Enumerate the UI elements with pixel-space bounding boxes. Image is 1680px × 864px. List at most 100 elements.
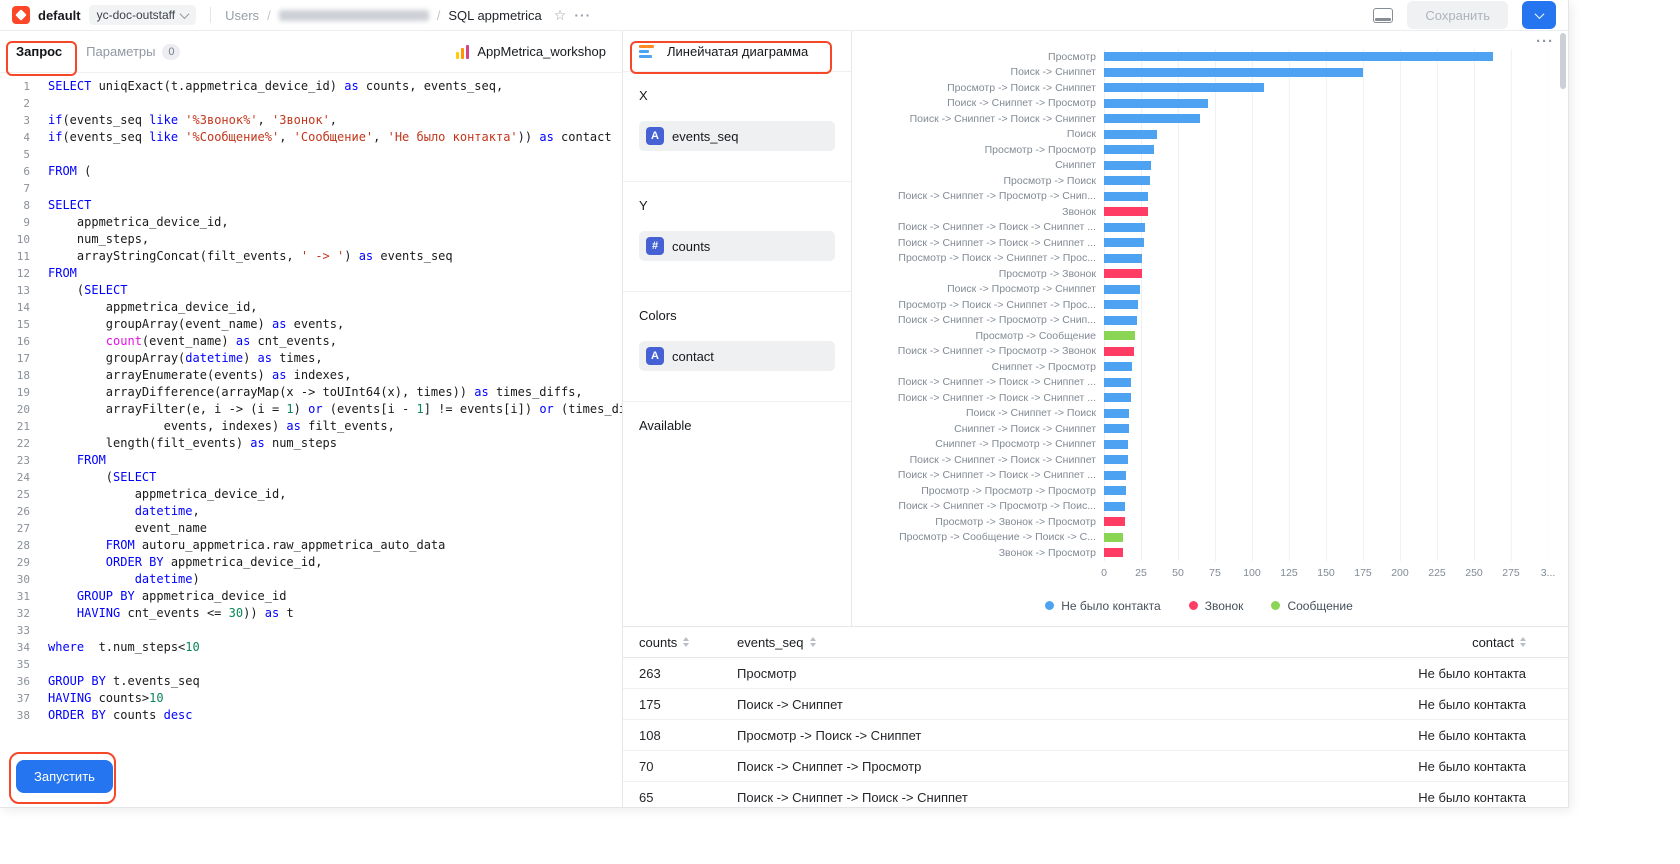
code-line[interactable]: 17 groupArray(datetime) as times, (0, 350, 622, 367)
chart-bar[interactable] (1104, 393, 1131, 402)
chart-bar[interactable] (1104, 99, 1208, 108)
code-line[interactable]: 38ORDER BY counts desc (0, 707, 622, 724)
chart-bar[interactable] (1104, 331, 1135, 340)
more-menu-icon[interactable]: ··· (574, 7, 591, 23)
scrollbar[interactable] (1560, 33, 1566, 573)
favorite-star-icon[interactable]: ☆ (554, 7, 567, 24)
table-row[interactable]: 263ПросмотрНе было контакта (623, 658, 1568, 689)
code-line[interactable]: 20 arrayFilter(e, i -> (i = 1) or (event… (0, 401, 622, 418)
run-button[interactable]: Запустить (16, 760, 113, 793)
code-line[interactable]: 1SELECT uniqExact(t.appmetrica_device_id… (0, 78, 622, 95)
code-line[interactable]: 26 datetime, (0, 503, 622, 520)
tab-query[interactable]: Запрос (16, 44, 62, 59)
legend-item[interactable]: Сообщение (1271, 599, 1352, 613)
code-line[interactable]: 34where t.num_steps<10 (0, 639, 622, 656)
datalens-logo-icon[interactable] (12, 6, 30, 24)
chart-more-menu-icon[interactable]: ··· (1536, 33, 1554, 50)
table-row[interactable]: 65Поиск -> Сниппет -> Поиск -> СниппетНе… (623, 782, 1568, 808)
field-events-seq[interactable]: A events_seq (639, 121, 835, 151)
chart-bar[interactable] (1104, 238, 1144, 247)
chart-bar[interactable] (1104, 455, 1128, 464)
chart-bar[interactable] (1104, 533, 1123, 542)
chart-bar[interactable] (1104, 52, 1493, 61)
code-line[interactable]: 23 FROM (0, 452, 622, 469)
chart-bar[interactable] (1104, 316, 1137, 325)
chart-bar[interactable] (1104, 517, 1125, 526)
code-line[interactable]: 10 num_steps, (0, 231, 622, 248)
column-header-contact[interactable]: contact (1296, 635, 1526, 650)
chart-bar[interactable] (1104, 145, 1154, 154)
breadcrumb-users-link[interactable]: Users (225, 8, 259, 23)
chart-bar[interactable] (1104, 68, 1363, 77)
code-line[interactable]: 12FROM (0, 265, 622, 282)
scrollbar-thumb[interactable] (1560, 33, 1566, 89)
code-line[interactable]: 35 (0, 656, 622, 673)
chart-bar[interactable] (1104, 83, 1264, 92)
chart-bar[interactable] (1104, 300, 1138, 309)
chart-bar[interactable] (1104, 269, 1142, 278)
code-line[interactable]: 11 arrayStringConcat(filt_events, ' -> '… (0, 248, 622, 265)
code-line[interactable]: 36GROUP BY t.events_seq (0, 673, 622, 690)
table-row[interactable]: 175Поиск -> СниппетНе было контакта (623, 689, 1568, 720)
chart-bar[interactable] (1104, 548, 1123, 557)
legend-item[interactable]: Звонок (1189, 599, 1244, 613)
chart-bar[interactable] (1104, 161, 1151, 170)
code-line[interactable]: 4if(events_seq like '%Сообщение%', 'Сооб… (0, 129, 622, 146)
field-counts[interactable]: # counts (639, 231, 835, 261)
chart-type-title[interactable]: Линейчатая диаграмма (667, 44, 808, 59)
chart-bar[interactable] (1104, 424, 1129, 433)
chart-bar[interactable] (1104, 486, 1126, 495)
chart-bar[interactable] (1104, 207, 1148, 216)
code-line[interactable]: 31 GROUP BY appmetrica_device_id (0, 588, 622, 605)
chart-bar[interactable] (1104, 471, 1126, 480)
chart-bar[interactable] (1104, 114, 1200, 123)
code-line[interactable]: 3if(events_seq like '%Звонок%', 'Звонок'… (0, 112, 622, 129)
code-line[interactable]: 32 HAVING cnt_events <= 30)) as t (0, 605, 622, 622)
chart-bar[interactable] (1104, 347, 1134, 356)
code-line[interactable]: 5 (0, 146, 622, 163)
code-line[interactable]: 33 (0, 622, 622, 639)
chart-bar[interactable] (1104, 130, 1157, 139)
code-line[interactable]: 16 count(event_name) as cnt_events, (0, 333, 622, 350)
code-line[interactable]: 37HAVING counts>10 (0, 690, 622, 707)
chart-bar[interactable] (1104, 176, 1150, 185)
code-line[interactable]: 21 events, indexes) as filt_events, (0, 418, 622, 435)
code-line[interactable]: 30 datetime) (0, 571, 622, 588)
folder-selector[interactable]: yc-doc-outstaff (89, 5, 196, 25)
column-header-events-seq[interactable]: events_seq (737, 635, 1296, 650)
panel-toggle-icon[interactable] (1373, 8, 1393, 23)
code-line[interactable]: 27 event_name (0, 520, 622, 537)
chart-bar[interactable] (1104, 440, 1128, 449)
code-line[interactable]: 24 (SELECT (0, 469, 622, 486)
table-row[interactable]: 108Просмотр -> Поиск -> СниппетНе было к… (623, 720, 1568, 751)
code-line[interactable]: 18 arrayEnumerate(events) as indexes, (0, 367, 622, 384)
code-line[interactable]: 14 appmetrica_device_id, (0, 299, 622, 316)
column-header-counts[interactable]: counts (639, 635, 737, 650)
chart-bar[interactable] (1104, 362, 1132, 371)
table-row[interactable]: 70Поиск -> Сниппет -> ПросмотрНе было ко… (623, 751, 1568, 782)
code-line[interactable]: 13 (SELECT (0, 282, 622, 299)
sql-code-editor[interactable]: 1SELECT uniqExact(t.appmetrica_device_id… (0, 73, 622, 808)
chart-bar[interactable] (1104, 285, 1140, 294)
code-line[interactable]: 9 appmetrica_device_id, (0, 214, 622, 231)
tab-parameters[interactable]: Параметры 0 (86, 44, 180, 60)
legend-item[interactable]: Не было контакта (1045, 599, 1160, 613)
chart-bar[interactable] (1104, 192, 1148, 201)
chart-bar[interactable] (1104, 502, 1125, 511)
connection-selector[interactable]: AppMetrica_workshop (456, 44, 606, 59)
field-contact[interactable]: A contact (639, 341, 835, 371)
code-line[interactable]: 19 arrayDifference(arrayMap(x -> toUInt6… (0, 384, 622, 401)
code-line[interactable]: 2 (0, 95, 622, 112)
code-line[interactable]: 7 (0, 180, 622, 197)
code-line[interactable]: 15 groupArray(event_name) as events, (0, 316, 622, 333)
code-line[interactable]: 22 length(filt_events) as num_steps (0, 435, 622, 452)
chart-bar[interactable] (1104, 223, 1145, 232)
code-line[interactable]: 8SELECT (0, 197, 622, 214)
save-dropdown-button[interactable] (1522, 1, 1556, 29)
chart-bar[interactable] (1104, 409, 1129, 418)
chart-bar[interactable] (1104, 378, 1131, 387)
code-line[interactable]: 6FROM ( (0, 163, 622, 180)
chart-bar[interactable] (1104, 254, 1142, 263)
save-button[interactable]: Сохранить (1407, 1, 1508, 29)
code-line[interactable]: 25 appmetrica_device_id, (0, 486, 622, 503)
